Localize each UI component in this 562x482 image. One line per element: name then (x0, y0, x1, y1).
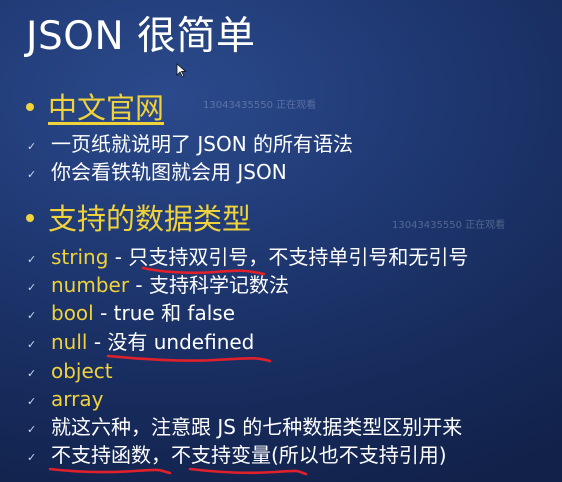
red-annotation-layer (48, 266, 308, 476)
underline-no-functions (48, 467, 172, 475)
underline-no-undefined (106, 354, 272, 363)
underline-no-variables (188, 467, 308, 476)
slide: JSON 很简单 13043435550 正在观看 13043435550 正在… (0, 0, 562, 482)
underline-double-quotes-only (141, 266, 266, 276)
